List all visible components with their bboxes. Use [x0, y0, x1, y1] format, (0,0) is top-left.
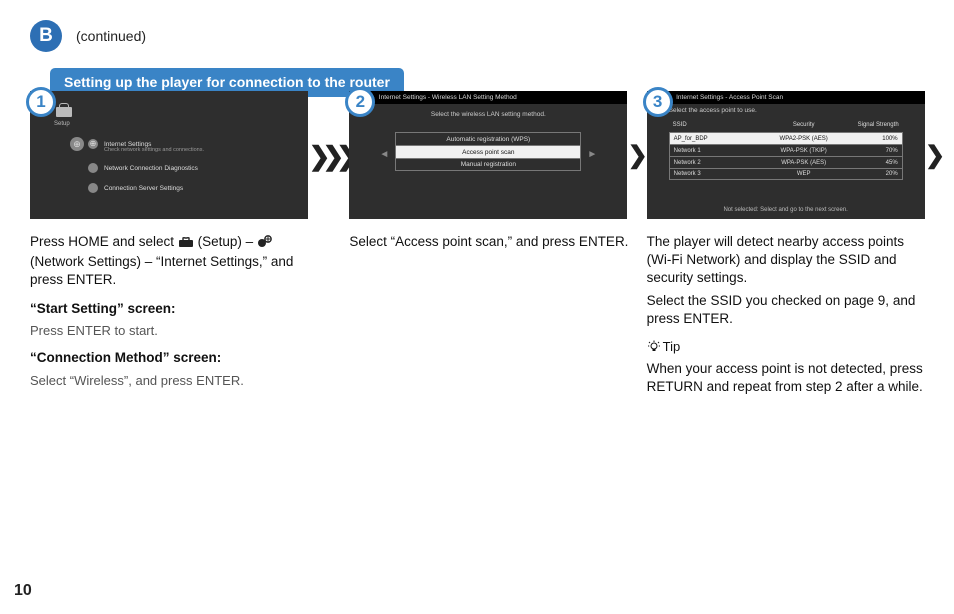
step-3-p1: The player will detect nearby access poi…: [647, 233, 926, 288]
text: Press HOME and select: [30, 234, 178, 249]
option-manual: Manual registration: [395, 158, 581, 171]
mock-subtitle: Select the wireless LAN setting method.: [349, 111, 627, 118]
text: (Network Settings) – “Internet Settings,…: [30, 254, 293, 287]
step-3-screenshot: ⊕ Internet Settings - Access Point Scan …: [647, 91, 925, 219]
menu-item-desc: Check network settings and connections.: [104, 147, 204, 153]
step-2-screenshot: ⊕ Internet Settings - Wireless LAN Setti…: [349, 91, 627, 219]
chevron-single-2: ❯: [926, 91, 944, 221]
steps-row: 1 Setup ⊕ Internet Settings Check networ…: [30, 91, 944, 406]
section-badge: B: [30, 20, 62, 52]
step-3-body: The player will detect nearby access poi…: [647, 233, 926, 396]
start-setting-text: Press ENTER to start.: [30, 322, 309, 340]
menu-server-settings: Connection Server Settings: [88, 183, 183, 193]
col-signal: Signal Strength: [843, 122, 903, 128]
cell: WPA-PSK (TKIP): [766, 148, 842, 154]
mock-titlebar: ⊕ Internet Settings - Access Point Scan: [647, 91, 925, 104]
step-2-body: Select “Access point scan,” and press EN…: [349, 233, 628, 251]
tip-label: Tip: [663, 338, 681, 356]
cell: 100%: [842, 136, 902, 142]
ap-table: SSID Security Signal Strength AP_for_BDP…: [669, 119, 903, 180]
menu-item-label: Connection Server Settings: [104, 185, 183, 192]
arrow-left-icon: ◄: [379, 149, 389, 160]
chevron-right-icon: ❯❯❯: [309, 143, 350, 169]
page-header: B (continued): [30, 20, 944, 52]
step-3-number: 3: [643, 87, 673, 117]
text: (Setup) –: [198, 234, 257, 249]
connection-method-heading: “Connection Method” screen:: [30, 349, 309, 367]
chevron-right-icon: ❯: [925, 144, 945, 168]
setup-icon: [178, 235, 194, 253]
col-ssid: SSID: [669, 122, 765, 128]
cell: Network 2: [670, 160, 766, 166]
cell: WPA2-PSK (AES): [766, 136, 842, 142]
globe-small-icon: [88, 139, 98, 149]
mock-titlebar: ⊕ Internet Settings - Wireless LAN Setti…: [349, 91, 627, 104]
dot-icon: [88, 163, 98, 173]
tip-text: When your access point is not detected, …: [647, 360, 926, 396]
table-row: Network 2 WPA-PSK (AES) 45%: [669, 156, 903, 168]
chevrons-triple: ❯❯❯: [309, 91, 349, 221]
lightbulb-icon: [647, 340, 661, 354]
cell: 45%: [842, 160, 902, 166]
option-access-point-scan: Access point scan: [395, 145, 581, 158]
network-settings-icon: [257, 235, 273, 253]
table-header: SSID Security Signal Strength: [669, 119, 903, 130]
cell: WPA-PSK (AES): [766, 160, 842, 166]
toolbox-icon: [56, 107, 72, 117]
cell: 20%: [842, 171, 902, 177]
globe-icon: ⊕: [70, 137, 84, 151]
mock-title: Internet Settings - Access Point Scan: [676, 94, 783, 101]
cell: Network 1: [670, 148, 766, 154]
mock-note: Select the access point to use.: [669, 107, 757, 114]
cell: Network 3: [670, 171, 766, 177]
cell: 70%: [842, 148, 902, 154]
arrow-right-icon: ►: [587, 149, 597, 160]
step-1-number: 1: [26, 87, 56, 117]
step-3: 3 ⊕ Internet Settings - Access Point Sca…: [647, 91, 926, 406]
col-security: Security: [765, 122, 843, 128]
step-2: 2 ⊕ Internet Settings - Wireless LAN Set…: [349, 91, 628, 261]
mock-title: Internet Settings - Wireless LAN Setting…: [379, 94, 517, 101]
menu-item-label: Network Connection Diagnostics: [104, 165, 198, 172]
dot-icon: [88, 183, 98, 193]
cell: AP_for_BDP: [670, 136, 766, 142]
table-row: Network 1 WPA-PSK (TKIP) 70%: [669, 144, 903, 156]
mock-footer: Not selected: Select and go to the next …: [647, 207, 925, 213]
step-1-body: Press HOME and select (Setup) – (Network…: [30, 233, 309, 389]
connection-method-text: Select “Wireless”, and press ENTER.: [30, 372, 309, 390]
chevron-single-1: ❯: [629, 91, 647, 221]
tip-heading: Tip: [647, 338, 681, 356]
setup-label: Setup: [54, 121, 70, 127]
cell: WEP: [766, 171, 842, 177]
start-setting-heading: “Start Setting” screen:: [30, 300, 309, 318]
step-1-instruction: Press HOME and select (Setup) – (Network…: [30, 233, 309, 290]
step-2-instruction: Select “Access point scan,” and press EN…: [349, 233, 628, 251]
step-3-p2: Select the SSID you checked on page 9, a…: [647, 292, 926, 328]
continued-label: (continued): [76, 28, 146, 44]
chevron-right-icon: ❯: [628, 144, 648, 168]
option-wps: Automatic registration (WPS): [395, 132, 581, 145]
step-1: 1 Setup ⊕ Internet Settings Check networ…: [30, 91, 309, 399]
menu-diagnostics: Network Connection Diagnostics: [88, 163, 198, 173]
page-number: 10: [14, 582, 32, 600]
table-row: AP_for_BDP WPA2-PSK (AES) 100%: [669, 132, 903, 144]
step-1-screenshot: Setup ⊕ Internet Settings Check network …: [30, 91, 308, 219]
table-row: Network 3 WEP 20%: [669, 168, 903, 180]
